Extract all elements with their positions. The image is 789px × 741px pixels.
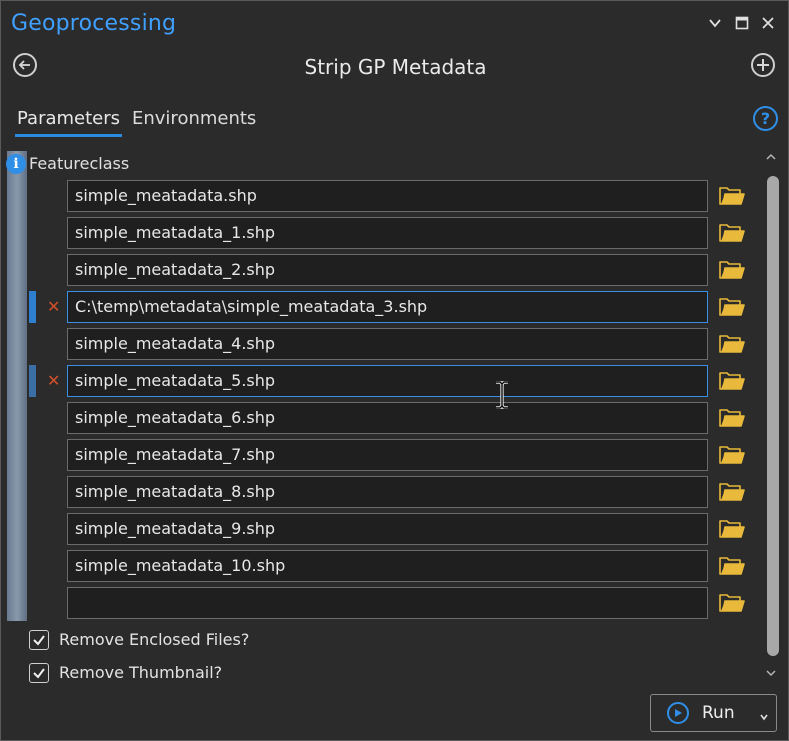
featureclass-input[interactable]: simple_meatadata_1.shp: [67, 217, 708, 249]
featureclass-input[interactable]: simple_meatadata_8.shp: [67, 476, 708, 508]
row-selection-marker: [29, 365, 36, 397]
folder-icon[interactable]: [719, 223, 745, 243]
featureclass-input[interactable]: [67, 587, 708, 619]
option-label: Remove Enclosed Files?: [59, 630, 250, 649]
folder-icon[interactable]: [719, 482, 745, 502]
featureclass-row: simple_meatadata_4.shp: [1, 328, 761, 362]
featureclass-input[interactable]: simple_meatadata_10.shp: [67, 550, 708, 582]
folder-icon[interactable]: [719, 556, 745, 576]
tab-environments[interactable]: Environments: [132, 108, 256, 129]
folder-icon[interactable]: [719, 334, 745, 354]
folder-icon[interactable]: [719, 371, 745, 391]
featureclass-input[interactable]: simple_meatadata_4.shp: [67, 328, 708, 360]
featureclass-row: simple_meatadata_1.shp: [1, 217, 761, 251]
tab-parameters[interactable]: Parameters: [14, 108, 123, 137]
folder-icon[interactable]: [719, 186, 745, 206]
run-button[interactable]: Run: [650, 694, 777, 732]
featureclass-input[interactable]: C:\temp\metadata\simple_meatadata_3.shp: [67, 291, 708, 323]
scroll-up-icon[interactable]: [765, 151, 777, 165]
folder-icon[interactable]: [719, 445, 745, 465]
folder-icon[interactable]: [719, 519, 745, 539]
featureclass-row: simple_meatadata_6.shp: [1, 402, 761, 436]
text-cursor-icon: [495, 380, 509, 413]
featureclass-row: simple_meatadata_9.shp: [1, 513, 761, 547]
close-icon[interactable]: [758, 13, 778, 33]
help-icon[interactable]: ?: [753, 106, 778, 131]
info-icon[interactable]: i: [6, 154, 26, 174]
checkbox[interactable]: [29, 663, 49, 683]
featureclass-input[interactable]: simple_meatadata.shp: [67, 180, 708, 212]
featureclass-input[interactable]: simple_meatadata_7.shp: [67, 439, 708, 471]
folder-icon[interactable]: [719, 260, 745, 280]
tool-title: Strip GP Metadata: [304, 55, 487, 79]
chevron-down-icon[interactable]: [759, 707, 769, 726]
run-label: Run: [702, 703, 735, 723]
folder-icon[interactable]: [719, 593, 745, 613]
scroll-down-icon[interactable]: [765, 667, 777, 681]
featureclass-input[interactable]: simple_meatadata_2.shp: [67, 254, 708, 286]
featureclass-input[interactable]: simple_meatadata_6.shp: [67, 402, 708, 434]
folder-icon[interactable]: [719, 297, 745, 317]
add-icon[interactable]: [751, 53, 775, 77]
remove-row-icon[interactable]: ✕: [47, 297, 60, 316]
featureclass-row: simple_meatadata_10.shp: [1, 550, 761, 584]
scrollbar-thumb[interactable]: [767, 176, 779, 656]
featureclass-row: simple_meatadata_7.shp: [1, 439, 761, 473]
featureclass-row: ✕ simple_meatadata_5.shp: [1, 365, 761, 399]
featureclass-row: simple_meatadata.shp: [1, 180, 761, 214]
featureclass-row: simple_meatadata_8.shp: [1, 476, 761, 510]
geoprocessing-pane: Geoprocessing Strip GP Metadata Paramete…: [0, 0, 789, 741]
maximize-icon[interactable]: [732, 13, 752, 33]
play-icon: [667, 702, 689, 724]
checkbox[interactable]: [29, 630, 49, 650]
chevron-down-icon[interactable]: [705, 13, 725, 33]
featureclass-row: [1, 587, 761, 621]
featureclass-row: ✕ C:\temp\metadata\simple_meatadata_3.shp: [1, 291, 761, 325]
remove-row-icon[interactable]: ✕: [47, 371, 60, 390]
featureclass-row: simple_meatadata_2.shp: [1, 254, 761, 288]
featureclass-label: Featureclass: [29, 154, 130, 173]
folder-icon[interactable]: [719, 408, 745, 428]
pane-title: Geoprocessing: [11, 11, 177, 36]
option-label: Remove Thumbnail?: [59, 663, 223, 682]
featureclass-input[interactable]: simple_meatadata_9.shp: [67, 513, 708, 545]
row-selection-marker: [29, 291, 36, 323]
featureclass-input[interactable]: simple_meatadata_5.shp: [67, 365, 708, 397]
